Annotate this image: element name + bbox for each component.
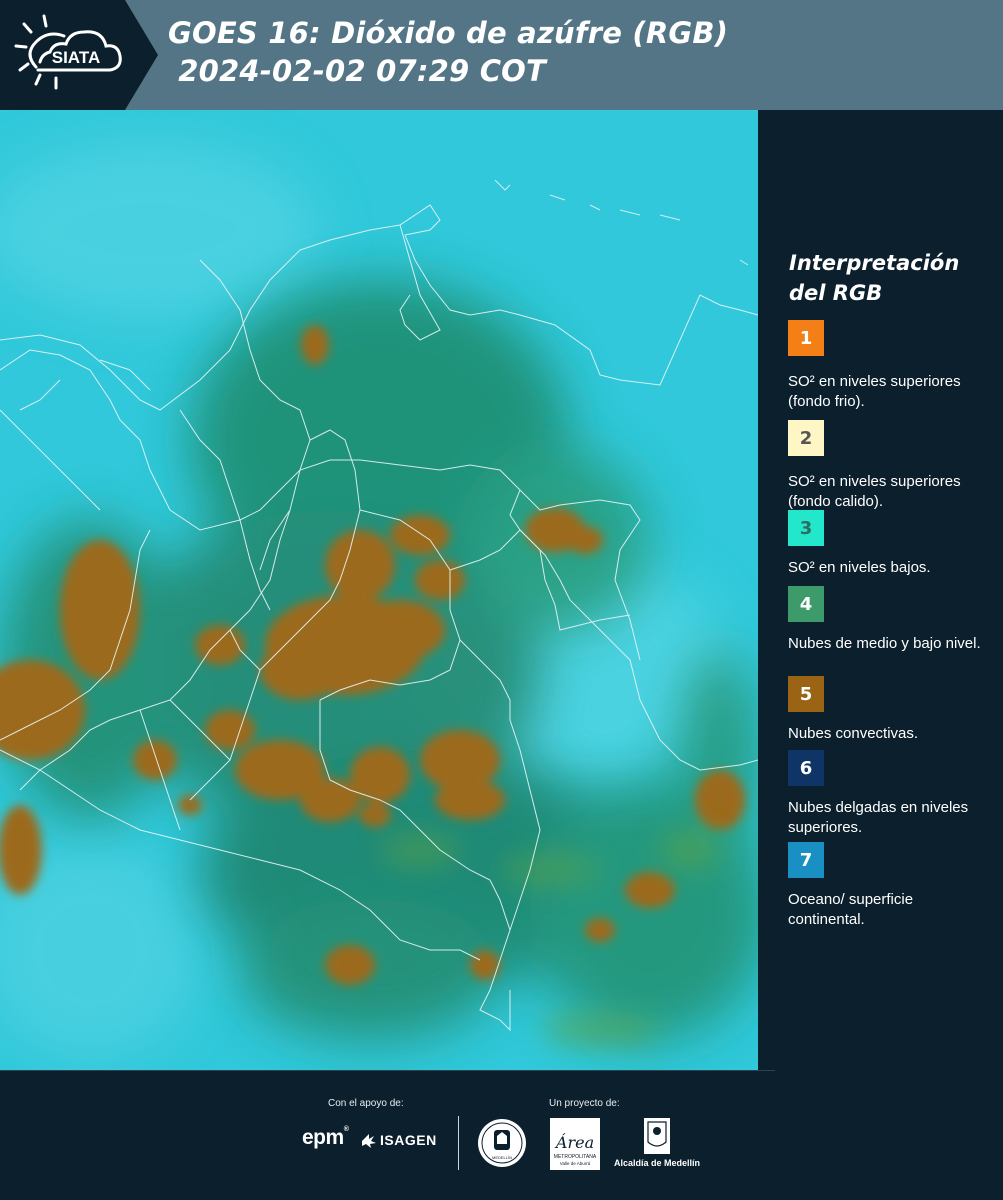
title-line-2: 2024-02-02 07:29 COT: [168, 54, 547, 88]
satellite-image: [0, 110, 758, 1070]
alcaldia-label: Alcaldía de Medellín: [613, 1158, 701, 1168]
isagen-logo-icon: [362, 1134, 376, 1148]
support-label: Con el apoyo de:: [328, 1098, 404, 1109]
legend-item-1: 1 SO² en niveles superiores (fondo frio)…: [788, 320, 993, 412]
legend-panel: Interpretación del RGB 1 SO² en niveles …: [758, 110, 1003, 1070]
satellite-map: [0, 110, 758, 1070]
legend-item-5: 5 Nubes convectivas.: [788, 676, 993, 744]
medellin-seal-icon: MEDELLÍN: [478, 1119, 526, 1167]
siata-logo: SIATA: [14, 14, 122, 90]
legend-swatch-2: 2: [788, 420, 824, 456]
legend-item-6: 6 Nubes delgadas en niveles superiores.: [788, 750, 993, 838]
area-logo-sub1: METROPOLITANA: [554, 1154, 597, 1160]
isagen-logo: ISAGEN: [380, 1132, 437, 1148]
area-metropolitana-logo: Área METROPOLITANA Valle de Aburrá: [550, 1118, 600, 1170]
legend-label-7: Oceano/ superficie continental.: [788, 891, 914, 928]
legend-title: Interpretación del RGB: [789, 251, 960, 305]
legend-item-7: 7 Oceano/ superficie continental.: [788, 842, 993, 930]
legend-label-6: Nubes delgadas en niveles superiores.: [788, 799, 969, 836]
page-title: GOES 16: Dióxido de azúfre (RGB) 2024-02…: [168, 14, 728, 90]
legend-swatch-1: 1: [788, 320, 824, 356]
epm-logo: epm®: [302, 1126, 349, 1149]
legend-swatch-6: 6: [788, 750, 824, 786]
legend-swatch-3: 3: [788, 510, 824, 546]
legend-label-4: Nubes de medio y bajo nivel.: [788, 635, 981, 652]
legend-item-2: 2 SO² en niveles superiores (fondo calid…: [788, 420, 993, 514]
title-line-1: GOES 16: Dióxido de azúfre (RGB): [168, 16, 729, 50]
area-logo-text: Área: [554, 1132, 594, 1152]
legend-item-4: 4 Nubes de medio y bajo nivel.: [788, 586, 993, 654]
legend-label-1: SO² en niveles superiores (fondo frio).: [788, 373, 961, 410]
legend-item-3: 3 SO² en niveles bajos.: [788, 510, 993, 578]
area-logo-sub2: Valle de Aburrá: [560, 1161, 591, 1166]
legend-swatch-7: 7: [788, 842, 824, 878]
footer: Con el apoyo de: Un proyecto de: epm® IS…: [0, 1070, 1003, 1200]
legend-label-2: SO² en niveles superiores (fondo calido)…: [788, 473, 961, 510]
footer-divider: [458, 1116, 459, 1170]
legend-label-3: SO² en niveles bajos.: [788, 559, 931, 576]
seal-text: MEDELLÍN: [492, 1155, 512, 1160]
footer-rule: [0, 1070, 775, 1071]
header: SIATA GOES 16: Dióxido de azúfre (RGB) 2…: [0, 0, 1003, 110]
legend-swatch-5: 5: [788, 676, 824, 712]
siata-logo-text: SIATA: [52, 48, 100, 67]
legend-label-5: Nubes convectivas.: [788, 725, 919, 742]
legend-swatch-4: 4: [788, 586, 824, 622]
epm-logo-text: epm: [302, 1126, 344, 1149]
project-label: Un proyecto de:: [549, 1098, 620, 1109]
